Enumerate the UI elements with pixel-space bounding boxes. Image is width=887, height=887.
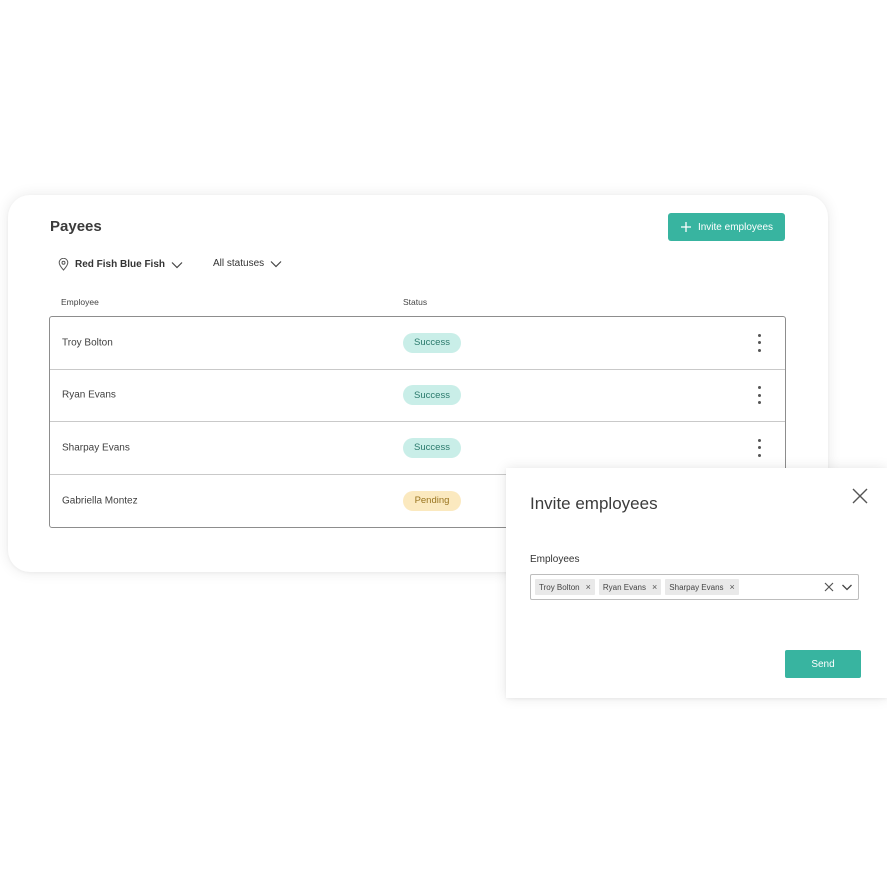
chevron-down-icon[interactable] [841,581,853,593]
modal-title: Invite employees [530,494,658,513]
column-header-status: Status [403,297,428,307]
tag-label: Sharpay Evans [669,582,724,592]
remove-tag-icon[interactable]: × [586,582,591,592]
status-badge: Success [403,385,461,406]
send-button[interactable]: Send [785,650,861,678]
status-filter[interactable]: All statuses [213,258,282,269]
employees-select[interactable]: Troy Bolton × Ryan Evans × Sharpay Evans… [530,574,859,600]
table-row: Troy Bolton Success [50,317,785,370]
invite-employees-button[interactable]: Invite employees [668,213,785,241]
status-badge: Success [403,332,461,353]
tag-label: Ryan Evans [602,582,647,592]
employee-name: Ryan Evans [62,389,116,401]
remove-tag-icon[interactable]: × [652,582,657,592]
more-vertical-icon [757,386,761,390]
status-badge: Pending [403,490,461,511]
remove-tag-icon[interactable]: × [730,582,735,592]
selected-employee-tag: Ryan Evans × [598,579,662,595]
plus-icon [680,222,691,232]
chevron-down-icon [270,260,282,267]
close-icon[interactable] [851,487,869,505]
employee-name: Gabriella Montez [62,495,138,507]
invite-employees-label: Invite employees [697,221,774,233]
map-pin-icon [58,258,69,271]
location-filter-label: Red Fish Blue Fish [75,259,166,270]
invite-employees-modal: Invite employees Employees Troy Bolton ×… [506,468,887,698]
employees-field-label: Employees [530,554,580,565]
status-badge: Success [403,437,461,458]
employee-name: Troy Bolton [62,337,113,349]
table-row: Sharpay Evans Success [50,422,785,475]
selected-employee-tag: Troy Bolton × [535,579,595,595]
more-vertical-icon [757,333,761,337]
chevron-down-icon [171,261,183,268]
clear-icon[interactable] [823,581,835,593]
page-title: Payees [50,218,102,235]
row-menu-button[interactable] [756,333,762,352]
table-row: Ryan Evans Success [50,370,785,422]
selected-employee-tag: Sharpay Evans × [665,579,739,595]
row-menu-button[interactable] [756,438,762,457]
more-vertical-icon [757,438,761,442]
tag-label: Troy Bolton [539,582,580,592]
row-menu-button[interactable] [756,386,762,405]
employee-name: Sharpay Evans [62,442,130,454]
status-filter-label: All statuses [213,258,265,269]
column-header-employee: Employee [61,297,99,307]
location-filter[interactable]: Red Fish Blue Fish [58,258,183,271]
